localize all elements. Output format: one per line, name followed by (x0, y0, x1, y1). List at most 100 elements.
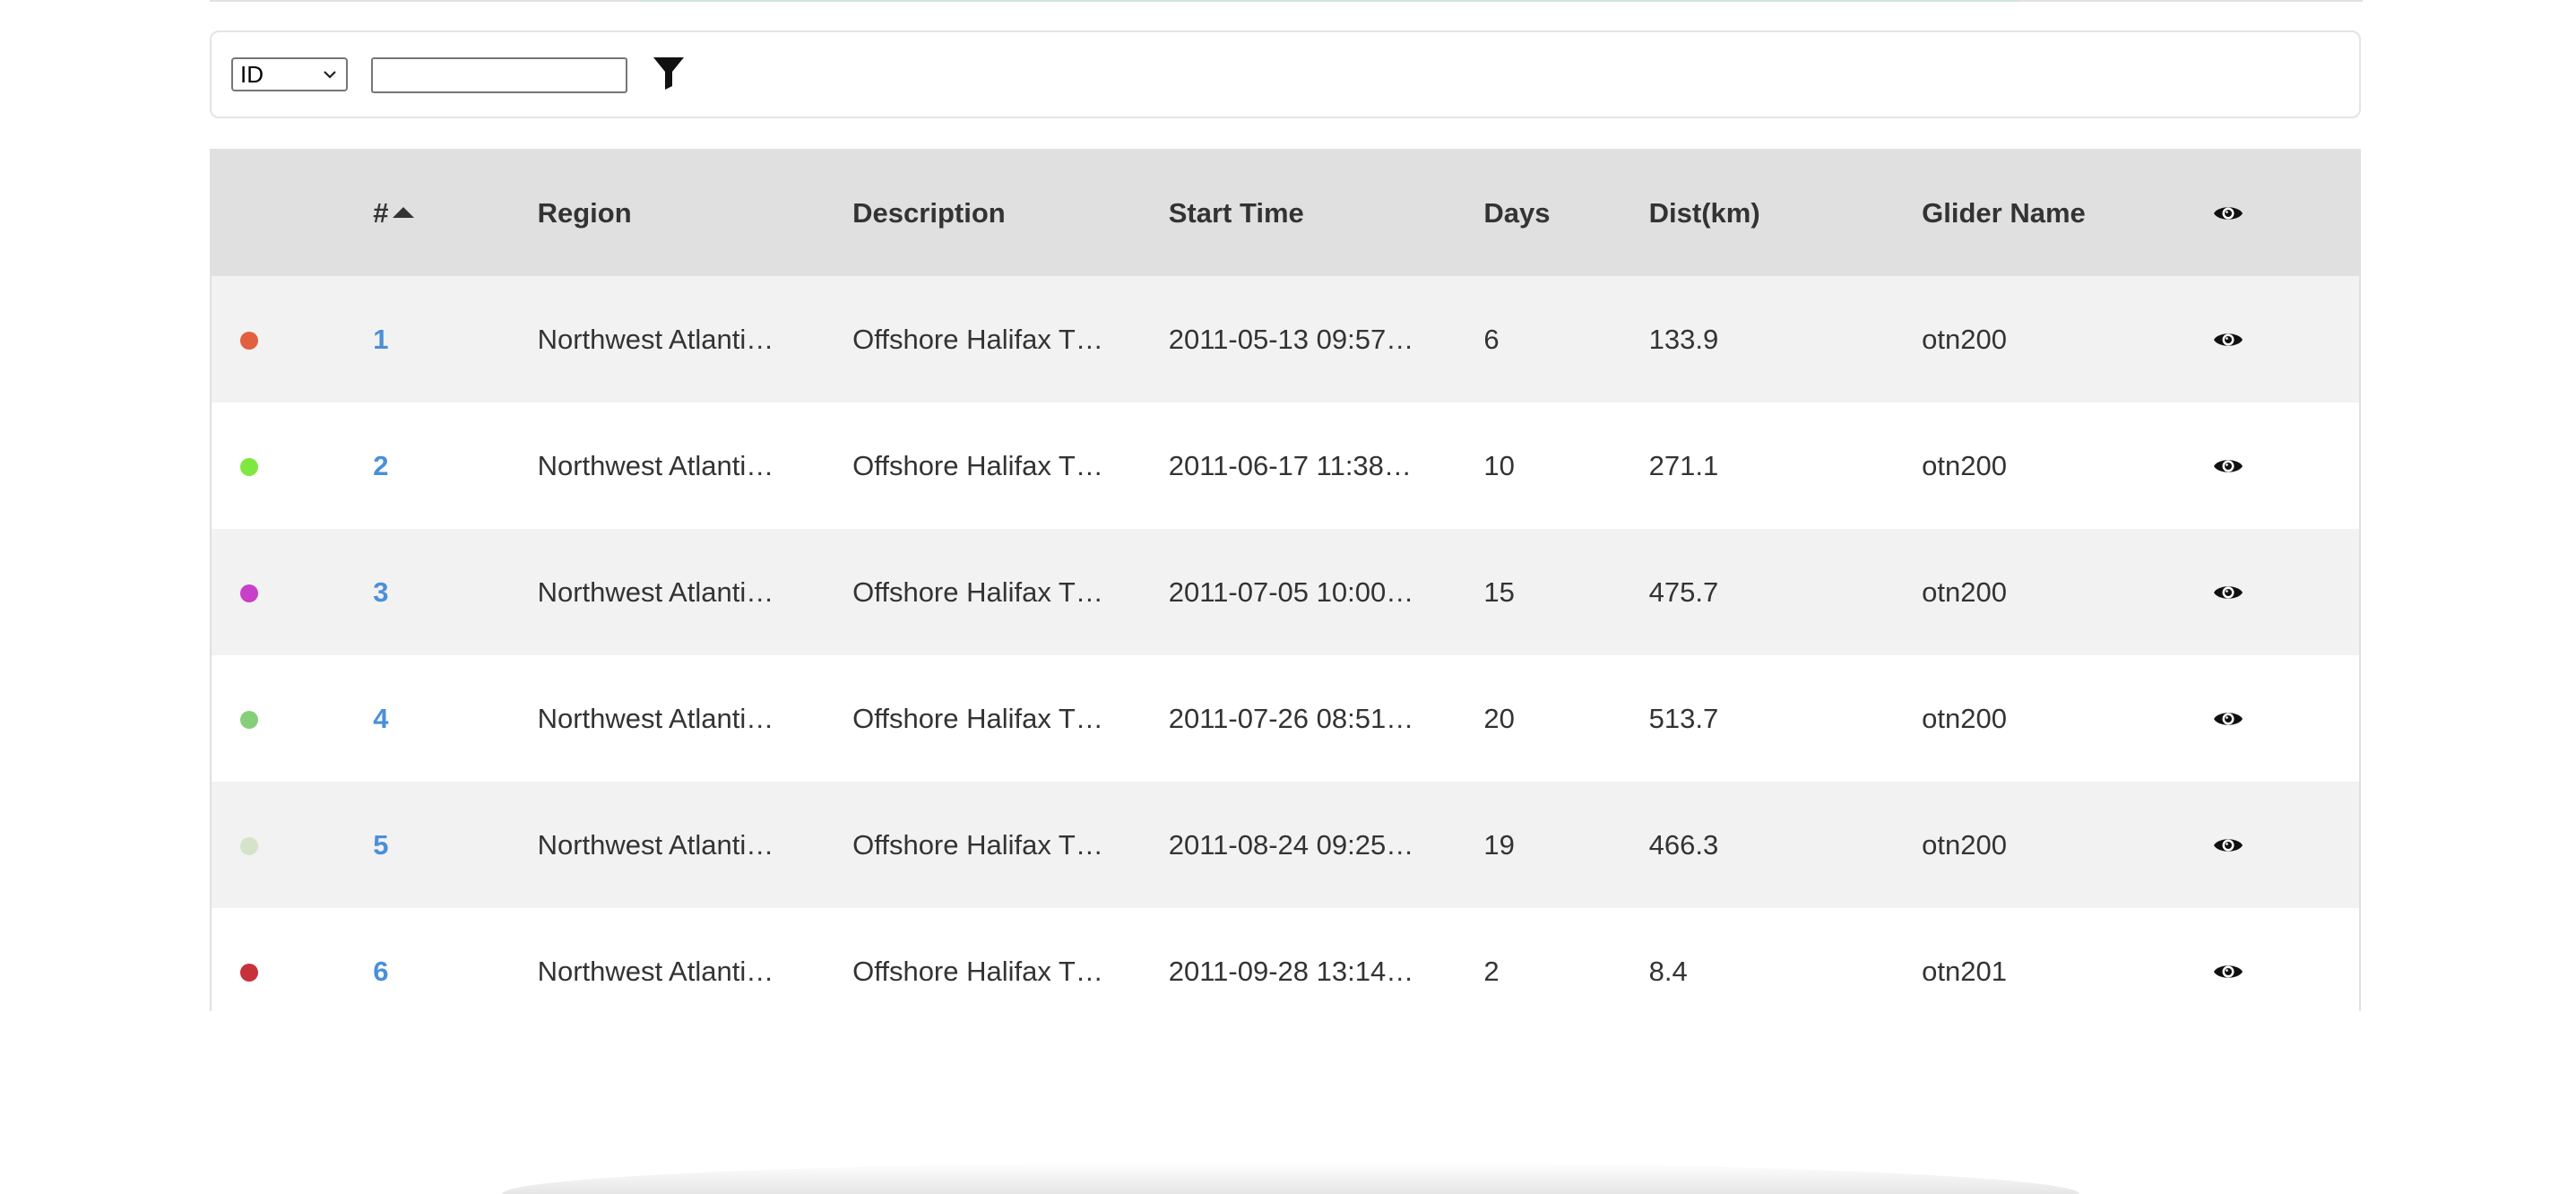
row-glider-cell: otn200 (1922, 323, 2007, 355)
row-id-cell[interactable]: 6 (373, 908, 537, 1011)
row-dist-cell: 133.9 (1648, 323, 1719, 355)
row-glider-cell: otn200 (1922, 575, 2007, 608)
row-days-cell: 15 (1483, 575, 1515, 608)
row-glider-cell: otn200 (1922, 828, 2007, 861)
mission-id-link[interactable]: 6 (373, 956, 388, 987)
eye-icon (2213, 965, 2243, 978)
row-region-cell: Northwest Atlanti… (538, 908, 853, 1011)
row-view-cell[interactable] (2211, 908, 2359, 1011)
column-header-id[interactable]: # (373, 151, 537, 276)
row-glider-cell: otn200 (1922, 702, 2007, 734)
table-row[interactable]: 1 Northwest Atlanti… Offshore Halifax T… 20… (212, 276, 2359, 402)
row-view-cell[interactable] (2211, 655, 2359, 782)
row-color-cell (212, 276, 373, 402)
description-text: Offshore Halifax T… (852, 575, 1103, 608)
start-time-text: 2011-06-17 11:38… (1168, 449, 1412, 481)
row-dist-cell: 466.3 (1648, 828, 1719, 861)
row-view-cell[interactable] (2211, 529, 2359, 655)
row-start-time-cell: 2011-09-28 13:14… (1169, 908, 1484, 1011)
row-days-cell: 6 (1483, 323, 1500, 355)
start-time-text: 2011-07-26 08:51… (1168, 702, 1414, 734)
column-header-region[interactable]: Region (538, 151, 853, 276)
row-start-time-cell: 2011-06-17 11:38… (1169, 402, 1484, 529)
description-text: Offshore Halifax T… (852, 449, 1103, 481)
row-days-cell: 19 (1483, 828, 1515, 861)
track-color-dot (240, 837, 258, 856)
column-header-dist[interactable]: Dist(km) (1649, 151, 1923, 276)
row-view-cell[interactable] (2211, 782, 2359, 908)
mission-id-link[interactable]: 4 (373, 703, 388, 734)
column-header-start-time[interactable]: Start Time (1169, 151, 1484, 276)
table-row[interactable]: 6 Northwest Atlanti… Offshore Halifax T… 20… (212, 908, 2359, 1011)
filter-search-input[interactable] (371, 57, 627, 93)
track-color-dot (240, 332, 258, 350)
column-header-id-label: # (373, 197, 389, 229)
row-id-cell[interactable]: 1 (373, 276, 537, 402)
sort-ascending-icon (392, 207, 414, 218)
row-region-cell: Northwest Atlanti… (538, 782, 853, 908)
row-color-cell (212, 908, 373, 1011)
row-glider-cell: otn200 (1922, 449, 2007, 481)
row-description-cell: Offshore Halifax T… (852, 529, 1169, 655)
mission-id-link[interactable]: 1 (373, 324, 388, 355)
top-divider-accent (640, 0, 2020, 2)
row-description-cell: Offshore Halifax T… (852, 655, 1169, 782)
filter-bar: ID (210, 30, 2361, 118)
row-color-cell (212, 782, 373, 908)
row-dist-cell: 475.7 (1648, 575, 1719, 608)
description-text: Offshore Halifax T… (852, 955, 1103, 987)
row-days-cell: 20 (1483, 702, 1515, 734)
filter-field-value: ID (240, 60, 264, 88)
row-start-time-cell: 2011-08-24 09:25… (1169, 782, 1484, 908)
eye-icon (2213, 459, 2243, 472)
mission-id-link[interactable]: 5 (373, 829, 388, 861)
row-region-cell: Northwest Atlanti… (538, 402, 853, 529)
region-text: Northwest Atlanti… (537, 449, 774, 481)
row-view-cell[interactable] (2211, 276, 2359, 402)
table-header-row: # Region Description Start Time Days Dis… (212, 151, 2359, 276)
row-id-cell[interactable]: 5 (373, 782, 537, 908)
row-description-cell: Offshore Halifax T… (852, 782, 1169, 908)
eye-icon (2213, 838, 2243, 852)
table-row[interactable]: 4 Northwest Atlanti… Offshore Halifax T… 20… (212, 655, 2359, 782)
row-start-time-cell: 2011-07-05 10:00… (1169, 529, 1484, 655)
row-description-cell: Offshore Halifax T… (852, 908, 1169, 1011)
track-color-dot (240, 458, 258, 477)
mission-id-link[interactable]: 3 (373, 576, 388, 608)
row-color-cell (212, 655, 373, 782)
track-color-dot (240, 711, 258, 730)
eye-icon (2213, 585, 2243, 599)
row-dist-cell: 8.4 (1648, 955, 1688, 987)
mission-id-link[interactable]: 2 (373, 450, 388, 481)
row-id-cell[interactable]: 4 (373, 655, 537, 782)
eye-icon (2213, 207, 2243, 220)
description-text: Offshore Halifax T… (852, 828, 1103, 861)
region-text: Northwest Atlanti… (537, 828, 774, 861)
table-row[interactable]: 5 Northwest Atlanti… Offshore Halifax T… 20… (212, 782, 2359, 908)
row-region-cell: Northwest Atlanti… (538, 655, 853, 782)
description-text: Offshore Halifax T… (852, 323, 1103, 355)
column-header-days[interactable]: Days (1483, 151, 1648, 276)
bottom-panel-shadow (502, 1162, 2079, 1194)
filter-field-select[interactable]: ID (231, 57, 348, 91)
row-id-cell[interactable]: 3 (373, 529, 537, 655)
column-header-view[interactable] (2211, 151, 2359, 276)
row-days-cell: 2 (1483, 955, 1500, 987)
glider-missions-table: # Region Description Start Time Days Dis… (210, 149, 2361, 1011)
table-row[interactable]: 2 Northwest Atlanti… Offshore Halifax T… 20… (212, 402, 2359, 529)
description-text: Offshore Halifax T… (852, 702, 1103, 734)
column-header-glider-name[interactable]: Glider Name (1922, 151, 2211, 276)
column-header-description[interactable]: Description (852, 151, 1169, 276)
row-id-cell[interactable]: 2 (373, 402, 537, 529)
start-time-text: 2011-08-24 09:25… (1168, 828, 1414, 861)
row-dist-cell: 513.7 (1648, 702, 1719, 734)
filter-funnel-icon[interactable] (653, 56, 685, 90)
row-description-cell: Offshore Halifax T… (852, 402, 1169, 529)
table-row[interactable]: 3 Northwest Atlanti… Offshore Halifax T… 20… (212, 529, 2359, 655)
start-time-text: 2011-05-13 09:57… (1168, 323, 1414, 355)
region-text: Northwest Atlanti… (537, 575, 774, 608)
row-color-cell (212, 402, 373, 529)
row-region-cell: Northwest Atlanti… (538, 276, 853, 402)
row-view-cell[interactable] (2211, 402, 2359, 529)
start-time-text: 2011-09-28 13:14… (1168, 955, 1414, 987)
